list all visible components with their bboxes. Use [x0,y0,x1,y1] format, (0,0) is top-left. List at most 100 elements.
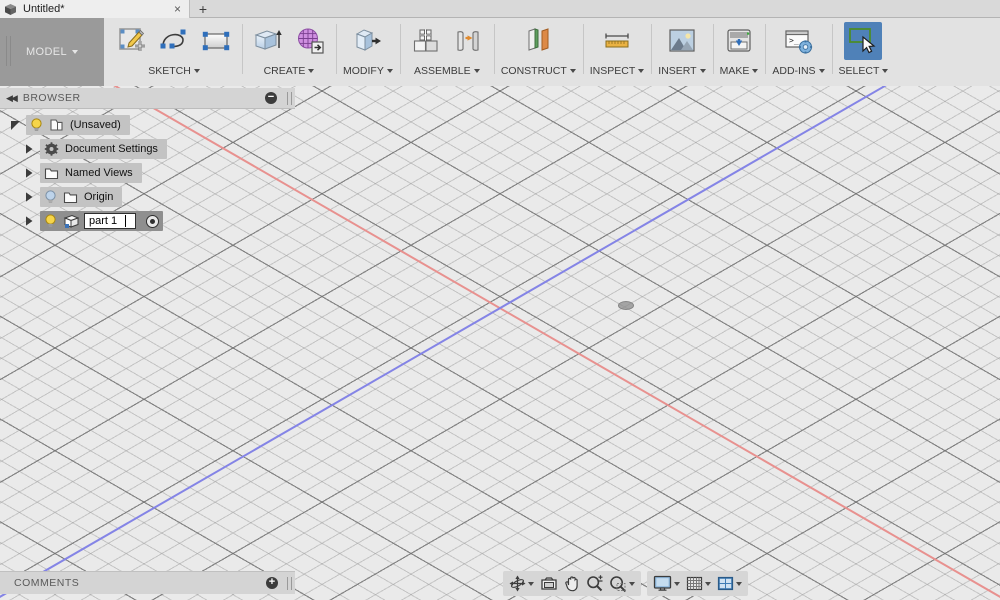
spline-button[interactable] [155,22,193,60]
lightbulb-off-icon[interactable] [44,190,57,204]
create-form-button[interactable] [291,22,329,60]
new-tab-button[interactable]: + [190,0,216,17]
look-at-button[interactable] [537,572,561,595]
chevron-down-icon [308,69,315,73]
nav-group-navigation [503,571,641,596]
lightbulb-on-icon[interactable] [30,118,43,132]
expand-triangle-icon[interactable] [22,192,36,202]
extrude-button[interactable] [249,22,287,60]
document-tab-bar: Untitled* × + [0,0,1000,18]
offset-plane-button[interactable] [519,22,557,60]
chevron-down-icon [638,69,645,73]
panel-label-select[interactable]: SELECT [839,65,889,77]
panel-select: SELECT [831,18,896,86]
panel-modify: MODIFY [336,18,400,86]
new-component-button[interactable] [407,22,445,60]
panel-insert: INSERT [651,18,712,86]
display-settings-button[interactable] [650,572,683,595]
folder-icon [44,166,59,180]
panel-label-modify[interactable]: MODIFY [343,65,393,77]
scripts-addins-button[interactable]: >_ [779,22,817,60]
panel-resize-grip[interactable] [287,576,292,590]
panel-label-sketch[interactable]: SKETCH [148,65,200,77]
panel-construct: CONSTRUCT [493,18,583,86]
panel-label-create[interactable]: CREATE [264,65,315,77]
tree-row-chip[interactable]: Named Views [40,163,142,183]
tree-row-chip[interactable]: Origin [40,187,123,207]
panel-inspect: INSPECT [582,18,652,86]
panel-create: CREATE [242,18,336,86]
tree-row-named-views[interactable]: Named Views [0,163,295,183]
tree-row-chip[interactable]: (Unsaved) [26,115,130,135]
panel-label-make[interactable]: MAKE [720,65,759,77]
document-tab-title: Untitled* [23,3,65,15]
panel-label-inspect[interactable]: INSPECT [590,65,645,77]
fusion360-window: Untitled* × + MODEL SKETCH CREATE MODIFY… [0,0,1000,600]
plus-circle-icon[interactable]: + [266,577,278,589]
tree-row-document-settings[interactable]: Document Settings [0,139,295,159]
lightbulb-on-icon[interactable] [44,214,57,228]
tree-row-part-1[interactable] [0,211,295,231]
origin-point-marker[interactable] [618,301,634,310]
rename-field-wrapper[interactable] [84,213,136,229]
tree-row-label: Named Views [65,167,133,179]
comments-title: COMMENTS [14,577,80,589]
panel-sketch: SKETCH [106,18,242,86]
comments-bar: COMMENTS + [0,571,295,594]
chevron-down-icon [882,69,889,73]
select-window-button[interactable] [844,22,883,60]
minus-circle-icon[interactable]: − [265,92,277,104]
tree-row-unsaved[interactable]: (Unsaved) [0,115,295,135]
tree-row-label: (Unsaved) [70,119,121,131]
press-pull-button[interactable] [349,22,387,60]
zoom-button[interactable] [583,572,606,595]
document-tab[interactable]: Untitled* × [0,0,190,18]
panel-label-insert[interactable]: INSERT [658,65,706,77]
expand-triangle-icon[interactable] [8,120,22,130]
insert-image-button[interactable] [663,22,701,60]
chevron-down-icon [386,69,393,73]
pan-button[interactable] [561,572,583,595]
zoom-window-button[interactable] [606,572,638,595]
panel-label-addins[interactable]: ADD-INS [772,65,825,77]
joint-button[interactable] [449,22,487,60]
viewports-button[interactable] [714,572,745,595]
tree-row-label: Origin [84,191,114,203]
orbit-button[interactable] [506,572,537,595]
collapse-left-icon[interactable]: ◀◀ [6,93,18,104]
panel-resize-grip[interactable] [287,91,292,105]
panel-label-assemble[interactable]: ASSEMBLE [414,65,480,77]
browser-panel: ◀◀ BROWSER − (Unsaved) Document Settings… [0,88,295,235]
chevron-down-icon [705,581,711,586]
expand-triangle-icon[interactable] [22,216,36,226]
text-cursor [125,215,126,227]
activate-radio-icon[interactable] [146,214,159,228]
close-icon[interactable]: × [172,3,183,15]
tree-row-origin[interactable]: Origin [0,187,295,207]
panel-assemble: ASSEMBLE [399,18,494,86]
create-sketch-button[interactable] [113,22,151,60]
panel-label-construct[interactable]: CONSTRUCT [501,65,576,77]
ribbon-toolbar: MODEL SKETCH CREATE MODIFY ASSEMBLE CONS… [0,18,1000,86]
measure-button[interactable] [598,22,636,60]
grid-snaps-button[interactable] [683,572,714,595]
rectangle-button[interactable] [197,22,235,60]
chevron-down-icon [473,69,480,73]
browser-header: ◀◀ BROWSER − [0,88,295,109]
chevron-down-icon [72,50,79,54]
tree-row-chip[interactable]: Document Settings [40,139,167,159]
workspace-label: MODEL [25,46,68,58]
panel-addins: >_ ADD-INS [765,18,831,86]
chevron-down-icon [193,69,200,73]
tree-row-chip[interactable] [40,211,163,231]
expand-triangle-icon[interactable] [22,168,36,178]
workspace-selector[interactable]: MODEL [0,18,104,86]
component-name-input[interactable] [84,213,136,229]
3d-print-button[interactable] [720,22,758,60]
chevron-down-icon [528,581,534,586]
chevron-down-icon [818,69,825,73]
nav-group-display [647,571,748,596]
chevron-down-icon [736,581,742,586]
expand-triangle-icon[interactable] [22,144,36,154]
chevron-down-icon [674,581,680,586]
